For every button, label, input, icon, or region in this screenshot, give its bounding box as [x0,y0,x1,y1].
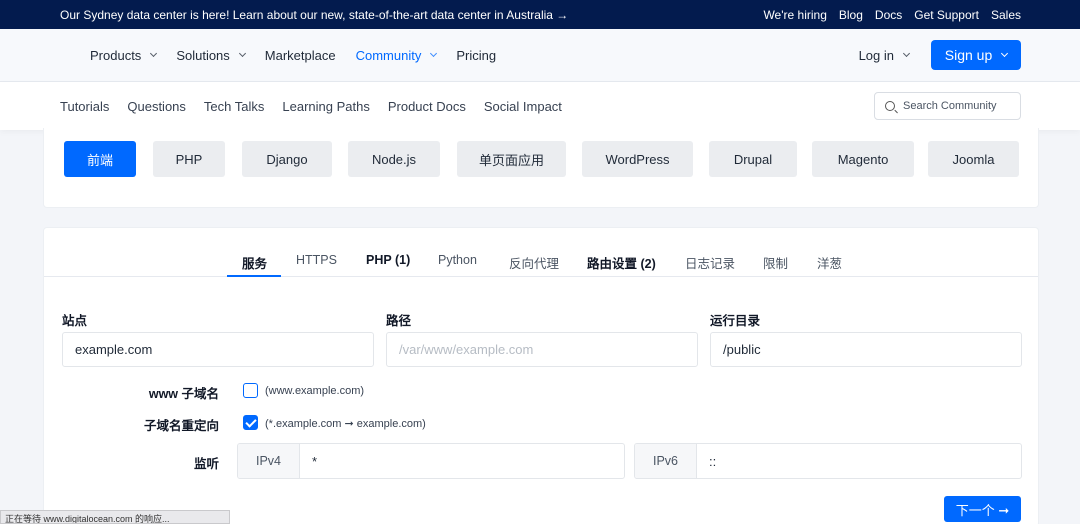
login-label: Log in [858,47,894,63]
subnav-tech-talks[interactable]: Tech Talks [204,99,264,114]
nav-marketplace[interactable]: Marketplace [265,48,336,63]
config-card: 服务 HTTPS PHP (1) Python 反向代理 路由设置 (2) 日志… [43,227,1039,524]
nav-products-label: Products [90,47,142,63]
chevron-down-icon [902,49,911,58]
path-input[interactable]: /var/www/example.com [386,332,698,367]
top-links: We're hiring Blog Docs Get Support Sales [763,8,1021,22]
www-subdomain-checkbox[interactable] [243,383,258,398]
config-tabs: 服务 HTTPS PHP (1) Python 反向代理 路由设置 (2) 日志… [44,228,1038,277]
preset-django-button[interactable]: Django [242,141,332,177]
path-label: 路径 [386,314,412,328]
preset-card: 前端 PHP Django Node.js 单页面应用 WordPress Dr… [43,128,1039,208]
sales-link[interactable]: Sales [991,8,1021,22]
preset-wordpress-button[interactable]: WordPress [582,141,693,177]
tab-onion[interactable]: 洋葱 [817,253,842,272]
nav-products[interactable]: Products [90,47,158,63]
hiring-link[interactable]: We're hiring [763,8,826,22]
nav-solutions-label: Solutions [176,47,230,63]
next-button-label: 下一个 ➞ [955,502,1010,518]
chevron-down-icon [150,49,158,58]
nav-community-label: Community [355,47,422,63]
site-label: 站点 [62,314,88,328]
preset-joomla-button[interactable]: Joomla [928,141,1019,177]
announcement-link[interactable]: Our Sydney data center is here! Learn ab… [60,8,568,22]
tab-server[interactable]: 服务 [242,253,267,272]
docroot-input[interactable]: /public [710,332,1022,367]
tab-python[interactable]: Python [438,253,477,267]
nav-marketplace-label: Marketplace [264,47,336,63]
chevron-down-icon [238,49,246,58]
blog-link[interactable]: Blog [839,8,863,22]
signup-button[interactable]: Sign up [931,40,1021,70]
preset-php-button[interactable]: PHP [153,141,225,177]
tab-routing[interactable]: 路由设置 (2) [587,253,656,272]
next-button[interactable]: 下一个 ➞ [944,496,1021,522]
ipv6-input-group: IPv6 :: [634,443,1022,479]
search-icon [885,101,895,111]
community-subnav: Tutorials Questions Tech Talks Learning … [0,82,1080,130]
preset-frontend-button[interactable]: 前端 [64,141,136,177]
preset-drupal-button[interactable]: Drupal [709,141,797,177]
subnav-product-docs[interactable]: Product Docs [388,99,466,114]
ipv4-addon: IPv4 [238,444,300,478]
active-tab-indicator [227,275,281,277]
nav-pricing-label: Pricing [456,47,497,63]
tab-php[interactable]: PHP (1) [366,253,410,267]
subdomain-redirect-hint: (*.example.com ➞ example.com) [265,418,426,430]
subnav-questions[interactable]: Questions [127,99,186,114]
subdomain-redirect-checkbox[interactable] [243,415,258,430]
chevron-down-icon [1001,49,1009,58]
subnav-tutorials[interactable]: Tutorials [60,99,109,114]
ipv4-input[interactable]: * [300,444,624,478]
preset-magento-button[interactable]: Magento [812,141,914,177]
signup-label: Sign up [944,47,993,63]
support-link[interactable]: Get Support [914,8,979,22]
search-placeholder: Search Community [903,100,997,112]
subnav-learning-paths[interactable]: Learning Paths [282,99,369,114]
chevron-down-icon [430,49,438,58]
search-community-input[interactable]: Search Community [874,92,1021,120]
www-subdomain-label: www 子域名 [148,387,219,401]
site-input[interactable]: example.com [62,332,374,367]
nav-pricing[interactable]: Pricing [456,48,496,63]
ipv6-addon: IPv6 [635,444,697,478]
tab-reverse-proxy[interactable]: 反向代理 [509,253,559,272]
tab-https[interactable]: HTTPS [296,253,337,267]
nav-solutions[interactable]: Solutions [176,47,246,63]
docs-link[interactable]: Docs [875,8,902,22]
browser-status-bar: 正在等待 www.digitalocean.com 的响应... [0,510,230,524]
listen-label: 监听 [193,457,219,471]
ipv6-input[interactable]: :: [697,444,1021,478]
subnav-social-impact[interactable]: Social Impact [484,99,562,114]
tab-restrict[interactable]: 限制 [763,253,788,272]
preset-nodejs-button[interactable]: Node.js [348,141,440,177]
nav-community[interactable]: Community [355,47,438,63]
main-nav: Products Solutions Marketplace Community… [0,29,1080,82]
login-button[interactable]: Log in [858,47,911,63]
announcement-bar: Our Sydney data center is here! Learn ab… [0,0,1080,29]
preset-spa-button[interactable]: 单页面应用 [457,141,566,177]
www-subdomain-hint: (www.example.com) [265,385,365,397]
tab-logging[interactable]: 日志记录 [685,253,735,272]
ipv4-input-group: IPv4 * [237,443,625,479]
subdomain-redirect-label: 子域名重定向 [143,419,219,433]
docroot-label: 运行目录 [710,314,761,328]
